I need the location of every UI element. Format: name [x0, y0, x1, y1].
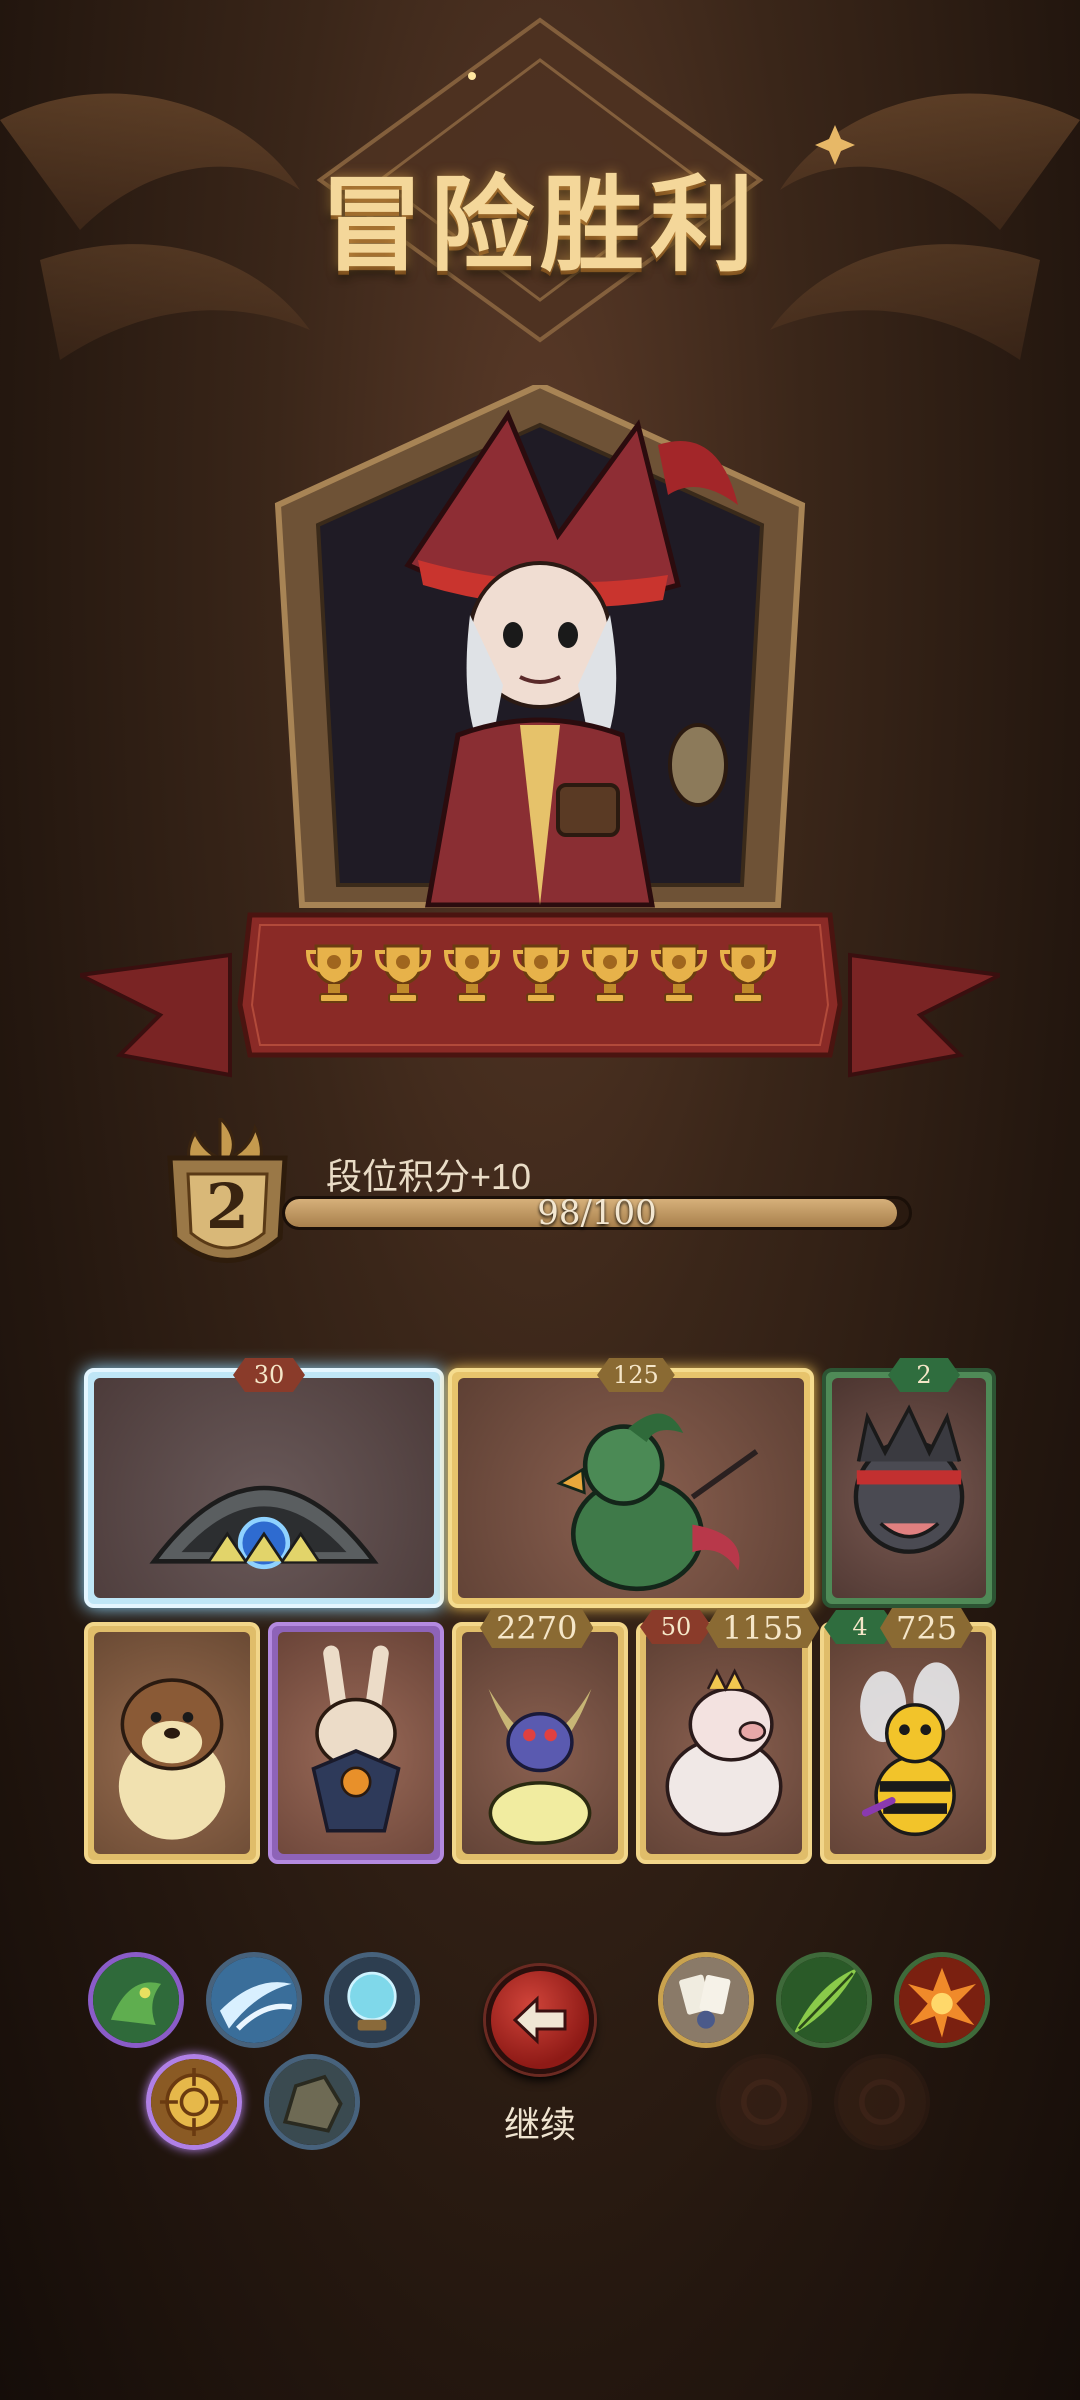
card-scarecrow-rabbit[interactable]	[268, 1622, 444, 1864]
cards-icon[interactable]	[658, 1952, 754, 2048]
card-stat-tag: 725	[880, 1608, 973, 1648]
green-dragon-icon[interactable]	[88, 1952, 184, 2048]
card-stat-tag: 30	[233, 1358, 305, 1392]
card-bee[interactable]: 4 725	[820, 1622, 996, 1864]
card-small-tag: 50	[640, 1610, 712, 1644]
crystal-ball-icon[interactable]	[324, 1952, 420, 2048]
trophy-icon	[444, 944, 500, 1003]
continue-label: 继续	[503, 2104, 576, 2145]
card-stat-tag: 2	[888, 1358, 960, 1392]
locked-slot-icon	[716, 2054, 812, 2150]
ice-slash-icon[interactable]	[206, 1952, 302, 2048]
bug-orb-art	[488, 1688, 592, 1845]
leaf-blade-icon[interactable]	[776, 1952, 872, 2048]
target-icon[interactable]	[146, 2054, 242, 2150]
victory-title: 冒险胜利	[319, 163, 760, 286]
trophy-icon	[582, 944, 638, 1003]
card-green-parrot-bird[interactable]: 125	[448, 1368, 814, 1608]
parrot-bird-art	[556, 1413, 759, 1592]
card-otter[interactable]	[84, 1622, 260, 1864]
spiky-creature-art	[853, 1404, 965, 1554]
trophy-icon	[720, 944, 776, 1003]
card-stat-tag: 125	[597, 1358, 675, 1392]
trophy-icon	[375, 944, 431, 1003]
shell-monster-art	[149, 1485, 379, 1570]
scarecrow-rabbit-art	[311, 1645, 401, 1833]
card-spiky-bandana-creature[interactable]: 2	[822, 1368, 996, 1608]
fire-burst-icon[interactable]	[894, 1952, 990, 2048]
locked-slot-icon	[834, 2054, 930, 2150]
trophy-icon	[651, 944, 707, 1003]
rock-icon[interactable]	[264, 2054, 360, 2150]
trophy-icon	[513, 944, 569, 1003]
card-ice-shell-monster[interactable]: 30	[84, 1368, 444, 1608]
pig-chef-art	[665, 1668, 783, 1837]
trophy-row	[306, 940, 776, 1010]
arrow-left-icon	[512, 1995, 567, 2045]
card-bug-on-orb[interactable]: 2270	[452, 1622, 628, 1864]
rank-level: 2	[205, 1170, 250, 1243]
card-pig-chef[interactable]: 50 1155	[636, 1622, 812, 1864]
rank-progress-text: 98/100	[537, 1193, 657, 1233]
hero-portrait	[274, 385, 806, 908]
card-stat-tag: 2270	[480, 1608, 593, 1648]
bee-art	[860, 1662, 960, 1837]
trophy-icon	[306, 944, 362, 1003]
otter-art	[118, 1678, 226, 1840]
continue-button[interactable]	[486, 1966, 594, 2074]
card-stat-tag: 1155	[706, 1608, 819, 1648]
